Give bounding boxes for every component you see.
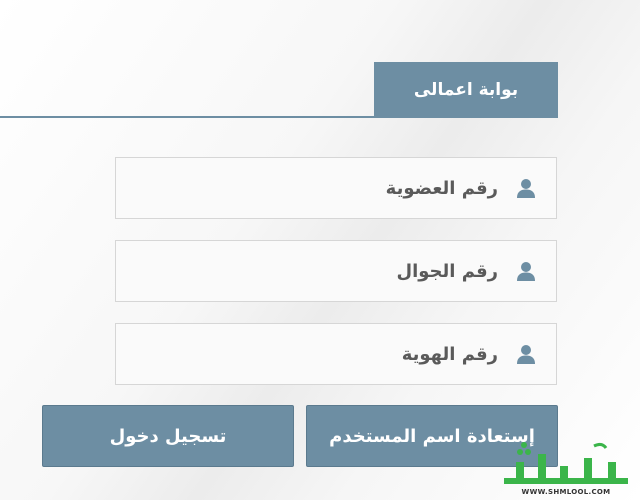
portal-title: بوابة اعمالى bbox=[413, 80, 519, 100]
id-field[interactable] bbox=[115, 323, 557, 385]
user-icon bbox=[514, 342, 538, 366]
id-number-input[interactable] bbox=[138, 334, 498, 374]
watermark-url: WWW.SHMLOOL.COM bbox=[521, 488, 611, 496]
portal-tab: بوابة اعمالى bbox=[374, 62, 558, 118]
login-button[interactable]: تسجيل دخول bbox=[42, 405, 294, 467]
user-icon bbox=[514, 176, 538, 200]
mobile-field[interactable] bbox=[115, 240, 557, 302]
watermark-logo: WWW.SHMLOOL.COM bbox=[496, 432, 636, 496]
user-icon bbox=[514, 259, 538, 283]
portal-divider bbox=[0, 116, 558, 118]
membership-field[interactable] bbox=[115, 157, 557, 219]
mobile-number-input[interactable] bbox=[138, 251, 498, 291]
membership-number-input[interactable] bbox=[138, 168, 498, 208]
watermark-logo-icon bbox=[504, 442, 628, 484]
